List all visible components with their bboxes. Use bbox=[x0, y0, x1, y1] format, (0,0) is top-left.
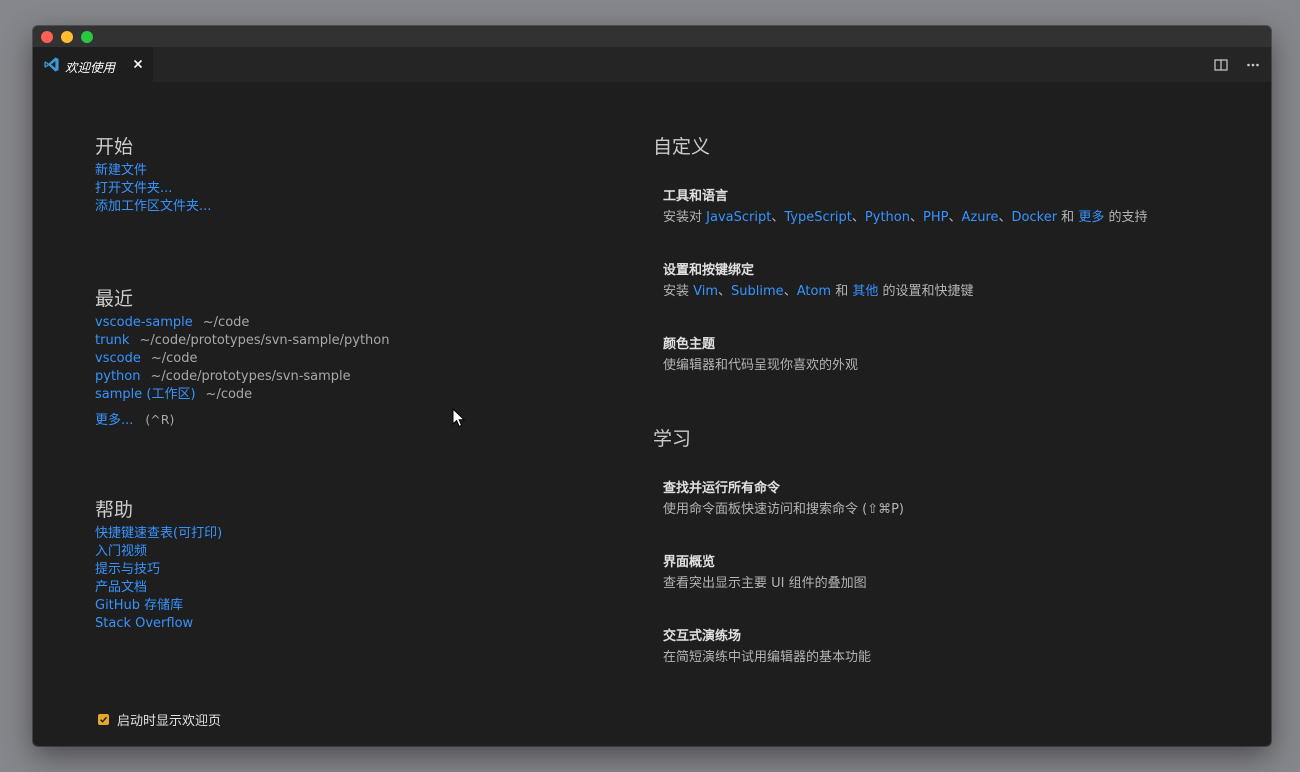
tools-languages-item[interactable]: 工具和语言 安装对 JavaScript、TypeScript、Python、P… bbox=[663, 188, 1243, 227]
vscode-logo-icon bbox=[44, 57, 59, 72]
intro-videos-link[interactable]: 入门视频 bbox=[95, 544, 147, 559]
keybindings-title: 设置和按键绑定 bbox=[663, 263, 755, 278]
interactive-playground-title: 交互式演练场 bbox=[663, 629, 742, 644]
show-welcome-on-startup[interactable]: 启动时显示欢迎页 bbox=[98, 710, 221, 729]
recent-item-path: ~/code bbox=[205, 387, 253, 402]
keyboard-cheatsheet-link[interactable]: 快捷键速查表(可打印) bbox=[95, 526, 222, 541]
list-item: vscode-sample ~/code bbox=[95, 314, 389, 332]
recent-item-path: ~/code bbox=[150, 351, 198, 366]
window-minimize-button[interactable] bbox=[61, 31, 73, 43]
recent-item-link[interactable]: vscode bbox=[95, 351, 141, 366]
more-actions-icon[interactable] bbox=[1246, 58, 1260, 72]
tools-languages-desc: 安装对 JavaScript、TypeScript、Python、PHP、Azu… bbox=[663, 210, 1148, 225]
list-item: vscode ~/code bbox=[95, 350, 389, 368]
keymap-vim-link[interactable]: Vim bbox=[693, 284, 718, 299]
keymap-atom-link[interactable]: Atom bbox=[797, 284, 831, 299]
open-folder-link[interactable]: 打开文件夹... bbox=[95, 181, 172, 196]
recent-item-link[interactable]: sample (工作区) bbox=[95, 387, 196, 402]
interactive-playground-desc: 在简短演练中试用编辑器的基本功能 bbox=[663, 650, 872, 665]
learn-title: 学习 bbox=[653, 428, 692, 450]
tab-bar: 欢迎使用 bbox=[33, 47, 1271, 82]
recent-item-path: ~/code/prototypes/svn-sample/python bbox=[139, 333, 390, 348]
color-theme-title: 颜色主题 bbox=[663, 337, 716, 352]
tab-welcome[interactable]: 欢迎使用 bbox=[33, 47, 153, 82]
stack-overflow-link[interactable]: Stack Overflow bbox=[95, 616, 193, 631]
color-theme-item[interactable]: 颜色主题 使编辑器和代码呈现你喜欢的外观 bbox=[663, 336, 1243, 375]
tips-tricks-link[interactable]: 提示与技巧 bbox=[95, 562, 160, 577]
color-theme-desc: 使编辑器和代码呈现你喜欢的外观 bbox=[663, 358, 859, 373]
startup-checkbox[interactable] bbox=[98, 714, 109, 725]
interactive-playground-item[interactable]: 交互式演练场 在简短演练中试用编辑器的基本功能 bbox=[663, 628, 1243, 667]
keybindings-item[interactable]: 设置和按键绑定 安装 Vim、Sublime、Atom 和 其他 的设置和快捷键 bbox=[663, 262, 1243, 301]
startup-label: 启动时显示欢迎页 bbox=[117, 714, 222, 729]
keybindings-desc: 安装 Vim、Sublime、Atom 和 其他 的设置和快捷键 bbox=[663, 284, 974, 299]
recent-item-path: ~/code/prototypes/svn-sample bbox=[150, 369, 351, 384]
start-list: 新建文件 打开文件夹... 添加工作区文件夹... bbox=[95, 162, 211, 216]
lang-azure-link[interactable]: Azure bbox=[961, 210, 998, 225]
lang-php-link[interactable]: PHP bbox=[923, 210, 948, 225]
interface-overview-title: 界面概览 bbox=[663, 555, 716, 570]
title-bar[interactable] bbox=[33, 26, 1271, 47]
recent-item-link[interactable]: vscode-sample bbox=[95, 315, 193, 330]
window-maximize-button[interactable] bbox=[81, 31, 93, 43]
help-list: 快捷键速查表(可打印) 入门视频 提示与技巧 产品文档 GitHub 存储库 S… bbox=[95, 525, 222, 633]
command-palette-desc: 使用命令面板快速访问和搜索命令 (⇧⌘P) bbox=[663, 502, 905, 517]
customize-title: 自定义 bbox=[653, 136, 711, 158]
lang-typescript-link[interactable]: TypeScript bbox=[784, 210, 852, 225]
list-item: python ~/code/prototypes/svn-sample bbox=[95, 368, 389, 386]
lang-docker-link[interactable]: Docker bbox=[1012, 210, 1058, 225]
lang-javascript-link[interactable]: JavaScript bbox=[706, 210, 771, 225]
split-editor-icon[interactable] bbox=[1214, 58, 1228, 72]
recent-title: 最近 bbox=[95, 288, 134, 310]
product-docs-link[interactable]: 产品文档 bbox=[95, 580, 147, 595]
recent-list: vscode-sample ~/code trunk ~/code/prototyp… bbox=[95, 314, 389, 404]
interface-overview-item[interactable]: 界面概览 查看突出显示主要 UI 组件的叠加图 bbox=[663, 554, 1243, 593]
tools-languages-title: 工具和语言 bbox=[663, 189, 729, 204]
help-title: 帮助 bbox=[95, 499, 134, 521]
lang-python-link[interactable]: Python bbox=[865, 210, 910, 225]
lang-more-link[interactable]: 更多 bbox=[1078, 210, 1104, 225]
keymap-sublime-link[interactable]: Sublime bbox=[731, 284, 784, 299]
list-item: sample (工作区) ~/code bbox=[95, 386, 389, 404]
recent-item-link[interactable]: trunk bbox=[95, 333, 129, 348]
checkmark-icon bbox=[100, 716, 108, 723]
recent-item-link[interactable]: python bbox=[95, 369, 140, 384]
editor-window: 欢迎使用 开始 新建文件 打开文件夹... 添加工作区文件夹... 最近 vsc… bbox=[33, 26, 1271, 746]
recent-item-path: ~/code bbox=[202, 315, 250, 330]
keymap-other-link[interactable]: 其他 bbox=[852, 284, 878, 299]
command-palette-title: 查找并运行所有命令 bbox=[663, 481, 781, 496]
close-icon[interactable] bbox=[133, 59, 143, 69]
add-workspace-folder-link[interactable]: 添加工作区文件夹... bbox=[95, 199, 211, 214]
interface-overview-desc: 查看突出显示主要 UI 组件的叠加图 bbox=[663, 576, 867, 591]
new-file-link[interactable]: 新建文件 bbox=[95, 163, 147, 178]
start-title: 开始 bbox=[95, 136, 134, 158]
github-repo-link[interactable]: GitHub 存储库 bbox=[95, 598, 183, 613]
mouse-cursor-icon bbox=[452, 408, 466, 428]
recent-more-row: 更多... (^R) bbox=[95, 409, 174, 428]
welcome-page: 开始 新建文件 打开文件夹... 添加工作区文件夹... 最近 vscode-s… bbox=[33, 82, 1271, 746]
recent-more-shortcut: (^R) bbox=[145, 412, 175, 427]
window-close-button[interactable] bbox=[41, 31, 53, 43]
recent-more-link[interactable]: 更多... bbox=[95, 413, 133, 428]
tab-label: 欢迎使用 bbox=[65, 60, 116, 75]
command-palette-item[interactable]: 查找并运行所有命令 使用命令面板快速访问和搜索命令 (⇧⌘P) bbox=[663, 480, 1243, 519]
list-item: trunk ~/code/prototypes/svn-sample/python bbox=[95, 332, 389, 350]
